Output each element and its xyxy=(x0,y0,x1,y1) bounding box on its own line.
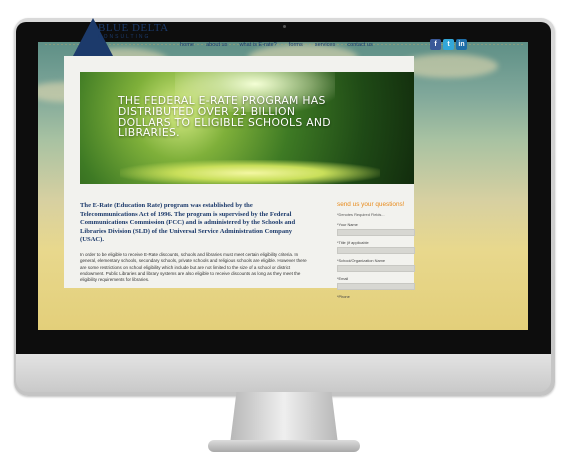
field-label-name: *Your Name xyxy=(337,222,358,227)
nav-item-home[interactable]: home xyxy=(174,41,200,49)
email-field[interactable] xyxy=(337,283,415,290)
contact-form: send us your questions! *Denotes Require… xyxy=(337,201,415,299)
facebook-icon[interactable]: f xyxy=(430,39,441,50)
nav-item-forms[interactable]: forms xyxy=(283,41,309,49)
camera-icon xyxy=(283,25,286,28)
name-field[interactable] xyxy=(337,229,415,236)
field-label-email: *Email xyxy=(337,276,349,281)
nav-item-services[interactable]: services xyxy=(309,41,342,49)
main-nav: home about us what is E-rate? forms serv… xyxy=(174,41,379,49)
field-label-title: *Title (if applicable xyxy=(337,240,369,245)
site-logo-subtitle: CONSULTING xyxy=(98,34,151,40)
site-logo-text[interactable]: BLUE DELTA xyxy=(98,22,169,34)
hero-headline: The Federal E-Rate Program has distribut… xyxy=(118,94,331,140)
field-label-phone: *Phone xyxy=(337,294,350,299)
form-required-note: *Denotes Required Fields... xyxy=(337,212,385,217)
monitor-chin xyxy=(16,354,551,392)
organization-field[interactable] xyxy=(337,265,415,272)
field-label-organization: *School/Organization Name xyxy=(337,258,386,263)
nav-item-contact-us[interactable]: contact us xyxy=(341,41,379,49)
nav-item-about-us[interactable]: about us xyxy=(200,41,233,49)
title-field[interactable] xyxy=(337,247,415,254)
linkedin-icon[interactable]: in xyxy=(456,39,467,50)
intro-paragraph: In order to be eligible to receive E-Rat… xyxy=(80,252,307,283)
nav-item-what-is-erate[interactable]: what is E-rate? xyxy=(233,41,282,49)
twitter-icon[interactable]: t xyxy=(443,39,454,50)
form-title: send us your questions! xyxy=(337,201,405,208)
monitor-stand xyxy=(230,392,338,444)
monitor-foot xyxy=(208,440,360,452)
hero-path xyxy=(120,160,380,184)
intro-heading: The E-Rate (Education Rate) program was … xyxy=(80,202,296,244)
